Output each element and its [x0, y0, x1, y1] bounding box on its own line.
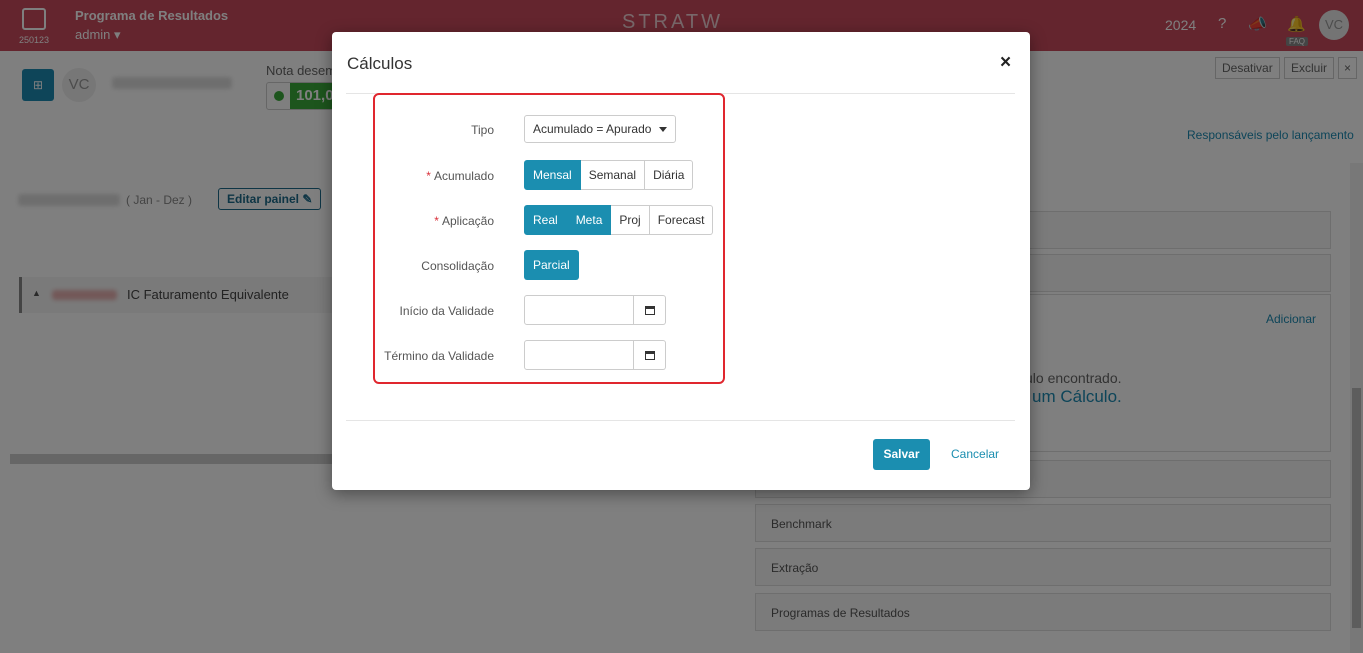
calendar-icon — [644, 305, 655, 315]
inicio-field[interactable] — [524, 295, 634, 325]
termino-field[interactable] — [524, 340, 634, 370]
inicio-label: Início da Validade — [399, 304, 494, 318]
inicio-calendar-button[interactable] — [634, 295, 666, 325]
consolidacao-parcial[interactable]: Parcial — [524, 250, 579, 280]
inicio-date — [524, 295, 666, 325]
aplicacao-label: * Aplicação — [434, 214, 494, 228]
termino-calendar-button[interactable] — [634, 340, 666, 370]
acumulado-diaria[interactable]: Diária — [645, 160, 694, 190]
aplicacao-real[interactable]: Real — [524, 205, 567, 235]
aplicacao-group: Real Meta Proj Forecast — [524, 205, 714, 235]
aplicacao-forecast[interactable]: Forecast — [649, 205, 714, 235]
termino-label: Término da Validade — [384, 349, 494, 363]
cancel-button[interactable]: Cancelar — [951, 447, 999, 461]
calendar-icon — [644, 350, 655, 360]
save-button[interactable]: Salvar — [873, 439, 930, 470]
caret-down-icon — [659, 127, 667, 132]
consolidacao-label: Consolidação — [421, 259, 494, 273]
aplicacao-meta[interactable]: Meta — [566, 205, 612, 235]
tipo-label: Tipo — [471, 123, 494, 137]
calculos-modal: Cálculos × Tipo Acumulado = Apurado * Acu… — [332, 32, 1030, 490]
acumulado-group: Mensal Semanal Diária — [524, 160, 694, 190]
termino-date — [524, 340, 666, 370]
tipo-select[interactable]: Acumulado = Apurado — [524, 115, 676, 143]
divider — [346, 420, 1015, 421]
acumulado-mensal[interactable]: Mensal — [524, 160, 581, 190]
aplicacao-proj[interactable]: Proj — [611, 205, 650, 235]
modal-title: Cálculos — [347, 54, 413, 73]
tipo-value: Acumulado = Apurado — [533, 122, 652, 136]
acumulado-label: * Acumulado — [426, 169, 494, 183]
acumulado-semanal[interactable]: Semanal — [580, 160, 646, 190]
close-icon[interactable]: × — [1000, 52, 1011, 74]
